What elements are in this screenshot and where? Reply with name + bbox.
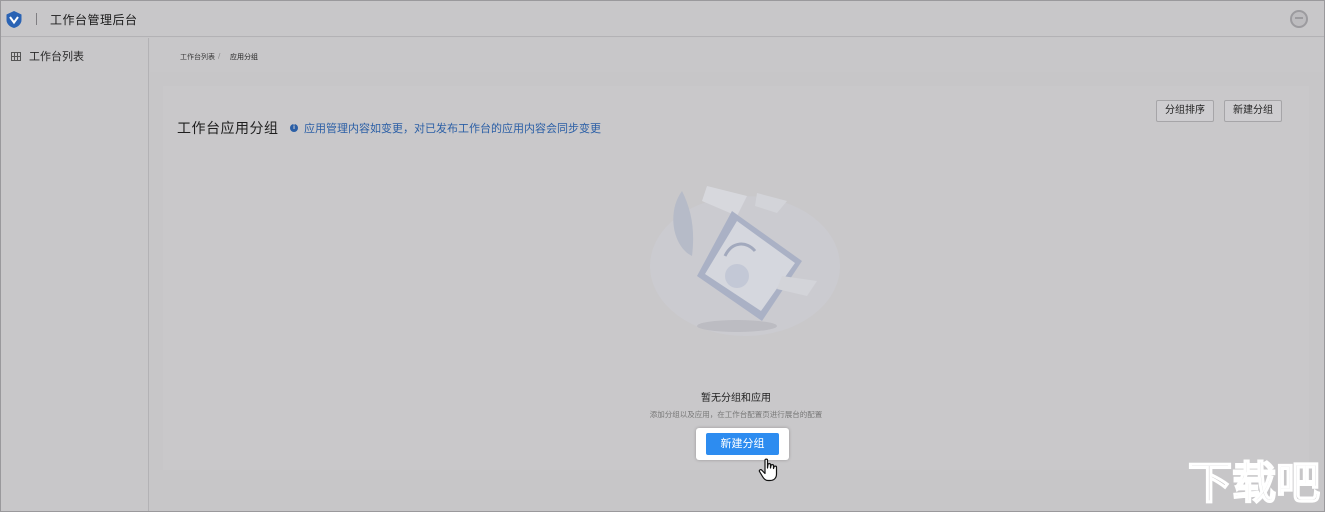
- breadcrumb: 工作台列表 / 应用分组: [150, 38, 1324, 72]
- breadcrumb-item-workbench-list[interactable]: 工作台列表: [180, 52, 215, 62]
- grid-icon: [11, 51, 21, 61]
- sidebar-item-label: 工作台列表: [29, 50, 84, 63]
- empty-state-description: 添加分组以及应用，在工作台配置页进行展台的配置: [649, 410, 823, 419]
- breadcrumb-item-app-group: 应用分组: [230, 53, 258, 61]
- watermark-text: 下载吧: [1188, 458, 1320, 509]
- sort-groups-button[interactable]: 分组排序: [1156, 100, 1214, 122]
- page-title: 工作台应用分组: [177, 121, 279, 137]
- sidebar: 工作台列表: [1, 38, 149, 511]
- notice-banner: i 应用管理内容如变更，对已发布工作台的应用内容会同步变更: [290, 120, 601, 136]
- empty-illustration: [650, 186, 840, 336]
- highlight-frame: 新建分组: [696, 428, 789, 460]
- sidebar-item-workbench-list[interactable]: 工作台列表: [11, 48, 84, 64]
- create-group-button[interactable]: 新建分组: [706, 433, 779, 455]
- top-header: 工作台管理后台: [1, 1, 1324, 37]
- empty-state-title: 暂无分组和应用: [701, 393, 771, 404]
- user-avatar-icon[interactable]: [1290, 10, 1308, 28]
- header-divider: [36, 13, 37, 25]
- new-group-button[interactable]: 新建分组: [1224, 100, 1282, 122]
- info-icon: i: [290, 124, 298, 132]
- notice-text: 应用管理内容如变更，对已发布工作台的应用内容会同步变更: [304, 122, 601, 135]
- breadcrumb-separator: /: [218, 52, 221, 60]
- content-panel: 工作台应用分组 i 应用管理内容如变更，对已发布工作台的应用内容会同步变更 分组…: [163, 86, 1309, 470]
- site-watermark-logo: 下载吧: [1187, 457, 1320, 510]
- app-title: 工作台管理后台: [50, 13, 138, 27]
- shield-logo-icon[interactable]: [5, 10, 23, 29]
- hand-cursor-icon: [758, 458, 778, 482]
